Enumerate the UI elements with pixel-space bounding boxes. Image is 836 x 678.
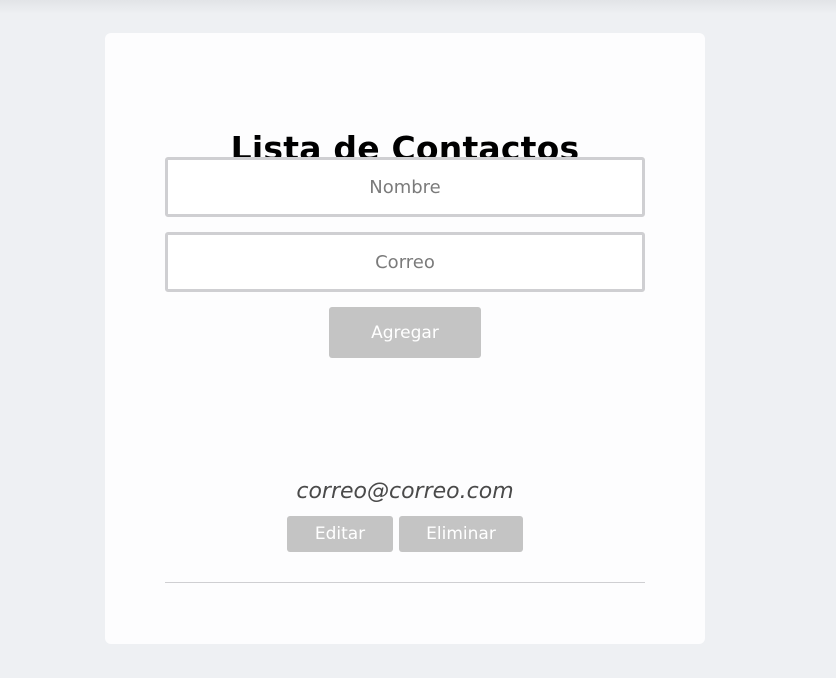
contacts-card: Lista de Contactos Agregar correo@correo… [105, 33, 705, 644]
edit-contact-button[interactable]: Editar [287, 516, 393, 552]
delete-contact-button[interactable]: Eliminar [399, 516, 523, 552]
top-bar-shadow [0, 0, 836, 14]
name-input[interactable] [165, 157, 645, 217]
contact-divider [165, 582, 645, 583]
contact-email: correo@correo.com [296, 479, 514, 504]
add-contact-button[interactable]: Agregar [329, 307, 481, 358]
email-input[interactable] [165, 232, 645, 292]
